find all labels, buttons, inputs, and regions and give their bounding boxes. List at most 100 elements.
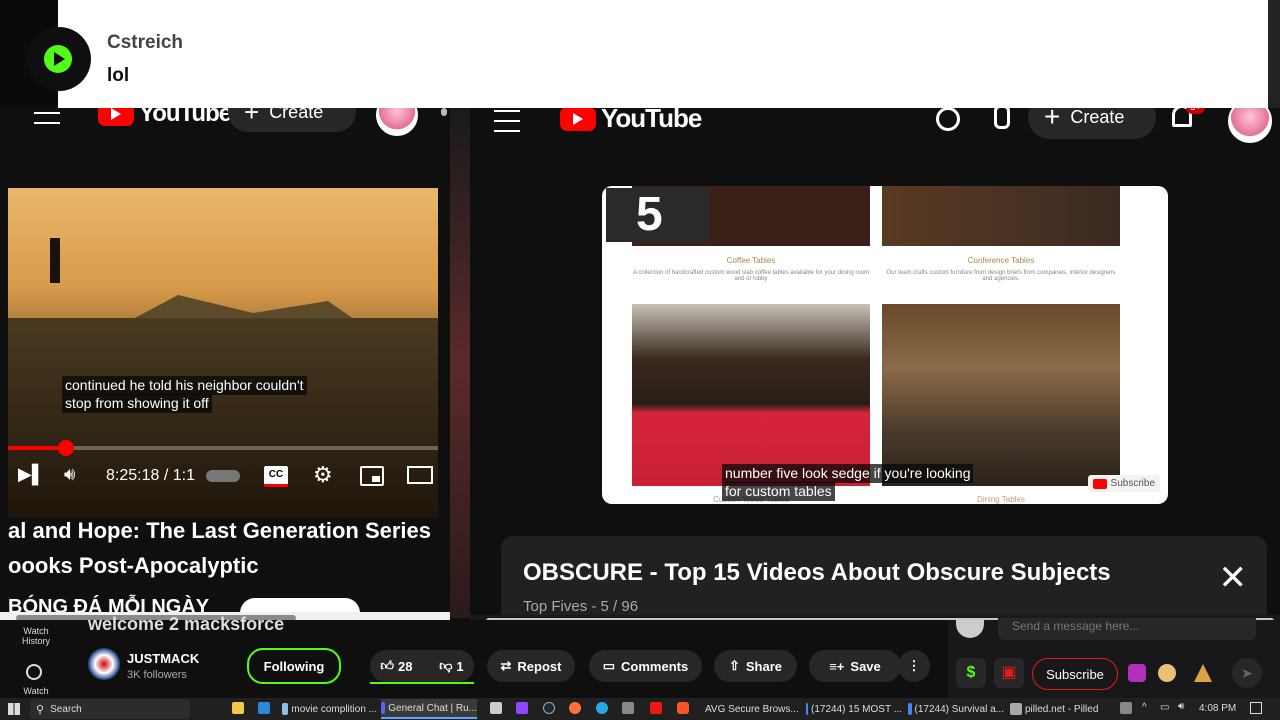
- left-vertical-scrollbar[interactable]: [438, 108, 450, 618]
- tray-icon[interactable]: [1120, 702, 1132, 714]
- subscribe-button[interactable]: Subscribe: [1032, 658, 1118, 690]
- playlist-subtitle: Top Fives - 5 / 96: [523, 598, 639, 615]
- plus-icon: +: [244, 108, 260, 127]
- mini-subscribe-label: Subscribe: [1110, 478, 1155, 489]
- notification-username: Cstreich: [107, 32, 184, 53]
- emote-icon[interactable]: [1128, 664, 1146, 682]
- playlist-add-icon: ≡+: [829, 658, 845, 674]
- clock-icon[interactable]: [26, 664, 42, 680]
- playlist-title[interactable]: OBSCURE - Top 15 Videos About Obscure Su…: [523, 559, 1111, 587]
- taskbar-item-label: movie complition ...: [291, 703, 377, 715]
- dislike-button[interactable]: 👎︎ 1: [439, 658, 463, 674]
- stream-title-partial: welcome 2 macksforce: [88, 614, 285, 634]
- chat-panel: Send a message here... $ ▣ Subscribe ➤: [948, 618, 1280, 698]
- tile-label-conference: Conference Tables: [967, 256, 1035, 265]
- tile-desc-conference: Our team crafts custom furniture from de…: [886, 270, 1116, 282]
- taskbar-search-label: Search: [50, 703, 82, 715]
- taskbar-item-label: General Chat | Ru...: [388, 702, 477, 714]
- store-icon[interactable]: [258, 702, 270, 714]
- taskbar-item-active[interactable]: General Chat | Ru...: [381, 699, 477, 719]
- miniplayer-icon[interactable]: [360, 466, 384, 486]
- chat-notification[interactable]: Cstreich lol: [0, 0, 1280, 108]
- send-icon[interactable]: ➤: [1232, 658, 1262, 688]
- autoplay-toggle[interactable]: [206, 470, 240, 482]
- firefox-icon[interactable]: [569, 702, 581, 714]
- taskbar-item[interactable]: (17244) 15 MOST ...: [806, 699, 902, 719]
- twitch-icon[interactable]: [516, 702, 528, 714]
- conference-table-image: [882, 186, 1120, 246]
- taskbar-search[interactable]: ⚲ Search: [30, 699, 190, 719]
- time-display: 8:25:18 / 1:1: [106, 467, 195, 484]
- menu-icon[interactable]: [494, 110, 520, 132]
- follower-count: 3K followers: [127, 669, 187, 681]
- side-nav: Watch History Watch: [0, 620, 70, 698]
- like-ratio-bar: [370, 682, 474, 684]
- search-icon: ⚲: [36, 703, 45, 716]
- volume-icon[interactable]: 🔊︎: [1178, 701, 1184, 712]
- create-label: Create: [1070, 106, 1125, 127]
- brave-icon[interactable]: [677, 702, 689, 714]
- rank-number: 5: [606, 188, 710, 242]
- channel-name[interactable]: JUSTMACK: [127, 651, 199, 666]
- channel-avatar[interactable]: [88, 648, 120, 680]
- mini-subscribe-button[interactable]: Subscribe: [1087, 475, 1160, 492]
- create-button[interactable]: + Create: [228, 108, 356, 132]
- comments-button[interactable]: ▭ Comments: [589, 650, 702, 682]
- taskbar-item-label: pilled.net - Pilled: [1025, 703, 1099, 715]
- chat-user-avatar: [956, 620, 984, 638]
- notification-message: lol: [107, 65, 130, 86]
- repost-button[interactable]: ⇄ Repost: [487, 650, 575, 682]
- video-frame[interactable]: 5 Coffee Tables A collection of handcraf…: [602, 186, 1168, 504]
- more-options-icon[interactable]: ⋮: [898, 650, 930, 682]
- dollar-icon[interactable]: $: [956, 658, 986, 688]
- taskbar-item[interactable]: pilled.net - Pilled: [1010, 699, 1106, 719]
- windows-start-icon[interactable]: [8, 703, 20, 715]
- app-icon[interactable]: [622, 702, 634, 714]
- cc-icon[interactable]: CC: [264, 466, 288, 487]
- following-button[interactable]: Following: [247, 648, 341, 684]
- video-title-line-1[interactable]: al and Hope: The Last Generation Series: [8, 518, 431, 544]
- youtube-icon: [1092, 478, 1107, 489]
- video-title-line-2[interactable]: oooks Post-Apocalyptic: [8, 553, 259, 579]
- app-icon[interactable]: [650, 702, 662, 714]
- telegram-icon[interactable]: [596, 702, 608, 714]
- nav-watch[interactable]: Watch: [14, 686, 58, 696]
- progress-knob[interactable]: [58, 440, 74, 456]
- microphone-icon[interactable]: [994, 105, 1010, 129]
- clock-time[interactable]: 4:08 PM: [1199, 703, 1236, 714]
- save-button[interactable]: ≡+ Save: [809, 650, 901, 682]
- settings-gear-icon[interactable]: ⚙: [313, 462, 333, 488]
- browser-icon: [1010, 703, 1022, 715]
- chat-input[interactable]: Send a message here...: [998, 618, 1256, 640]
- create-label: Create: [269, 108, 324, 122]
- nav-watch-history[interactable]: Watch History: [14, 626, 58, 646]
- dining-room-image: [882, 304, 1120, 486]
- close-icon[interactable]: ✕: [1219, 561, 1248, 595]
- notification-center-icon[interactable]: [1250, 702, 1262, 714]
- taskbar-item[interactable]: (17244) Survival a...: [908, 699, 1004, 719]
- like-button[interactable]: 👍︎ 28: [380, 658, 412, 674]
- share-button[interactable]: ⇧ Share: [714, 650, 797, 682]
- network-icon[interactable]: ▭: [1160, 702, 1169, 713]
- taskbar-item[interactable]: movie complition ...: [282, 699, 377, 719]
- chevron-up-icon[interactable]: ^: [1142, 702, 1147, 713]
- file-explorer-icon[interactable]: [232, 702, 244, 714]
- app-icon[interactable]: [490, 702, 502, 714]
- notification-edge: [1268, 0, 1280, 108]
- kick-logo-icon: [27, 27, 91, 91]
- steam-icon[interactable]: [543, 702, 555, 714]
- taskbar-item[interactable]: AVG Secure Brows...: [702, 699, 798, 719]
- custom-table-image: [632, 304, 870, 486]
- emote-icon-3[interactable]: [1194, 664, 1212, 682]
- like-count: 28: [397, 658, 413, 674]
- emote-icon-2[interactable]: [1158, 664, 1176, 682]
- app-icon: [282, 703, 289, 715]
- theater-mode-icon[interactable]: [407, 466, 433, 484]
- youtube-logo[interactable]: YouTube: [98, 108, 232, 128]
- avatar[interactable]: [376, 108, 418, 136]
- gift-icon[interactable]: ▣: [994, 658, 1024, 688]
- search-icon[interactable]: [936, 107, 960, 131]
- volume-icon[interactable]: 🔊︎: [64, 464, 75, 485]
- next-icon[interactable]: ▶▌: [18, 464, 45, 485]
- menu-icon[interactable]: [34, 108, 60, 124]
